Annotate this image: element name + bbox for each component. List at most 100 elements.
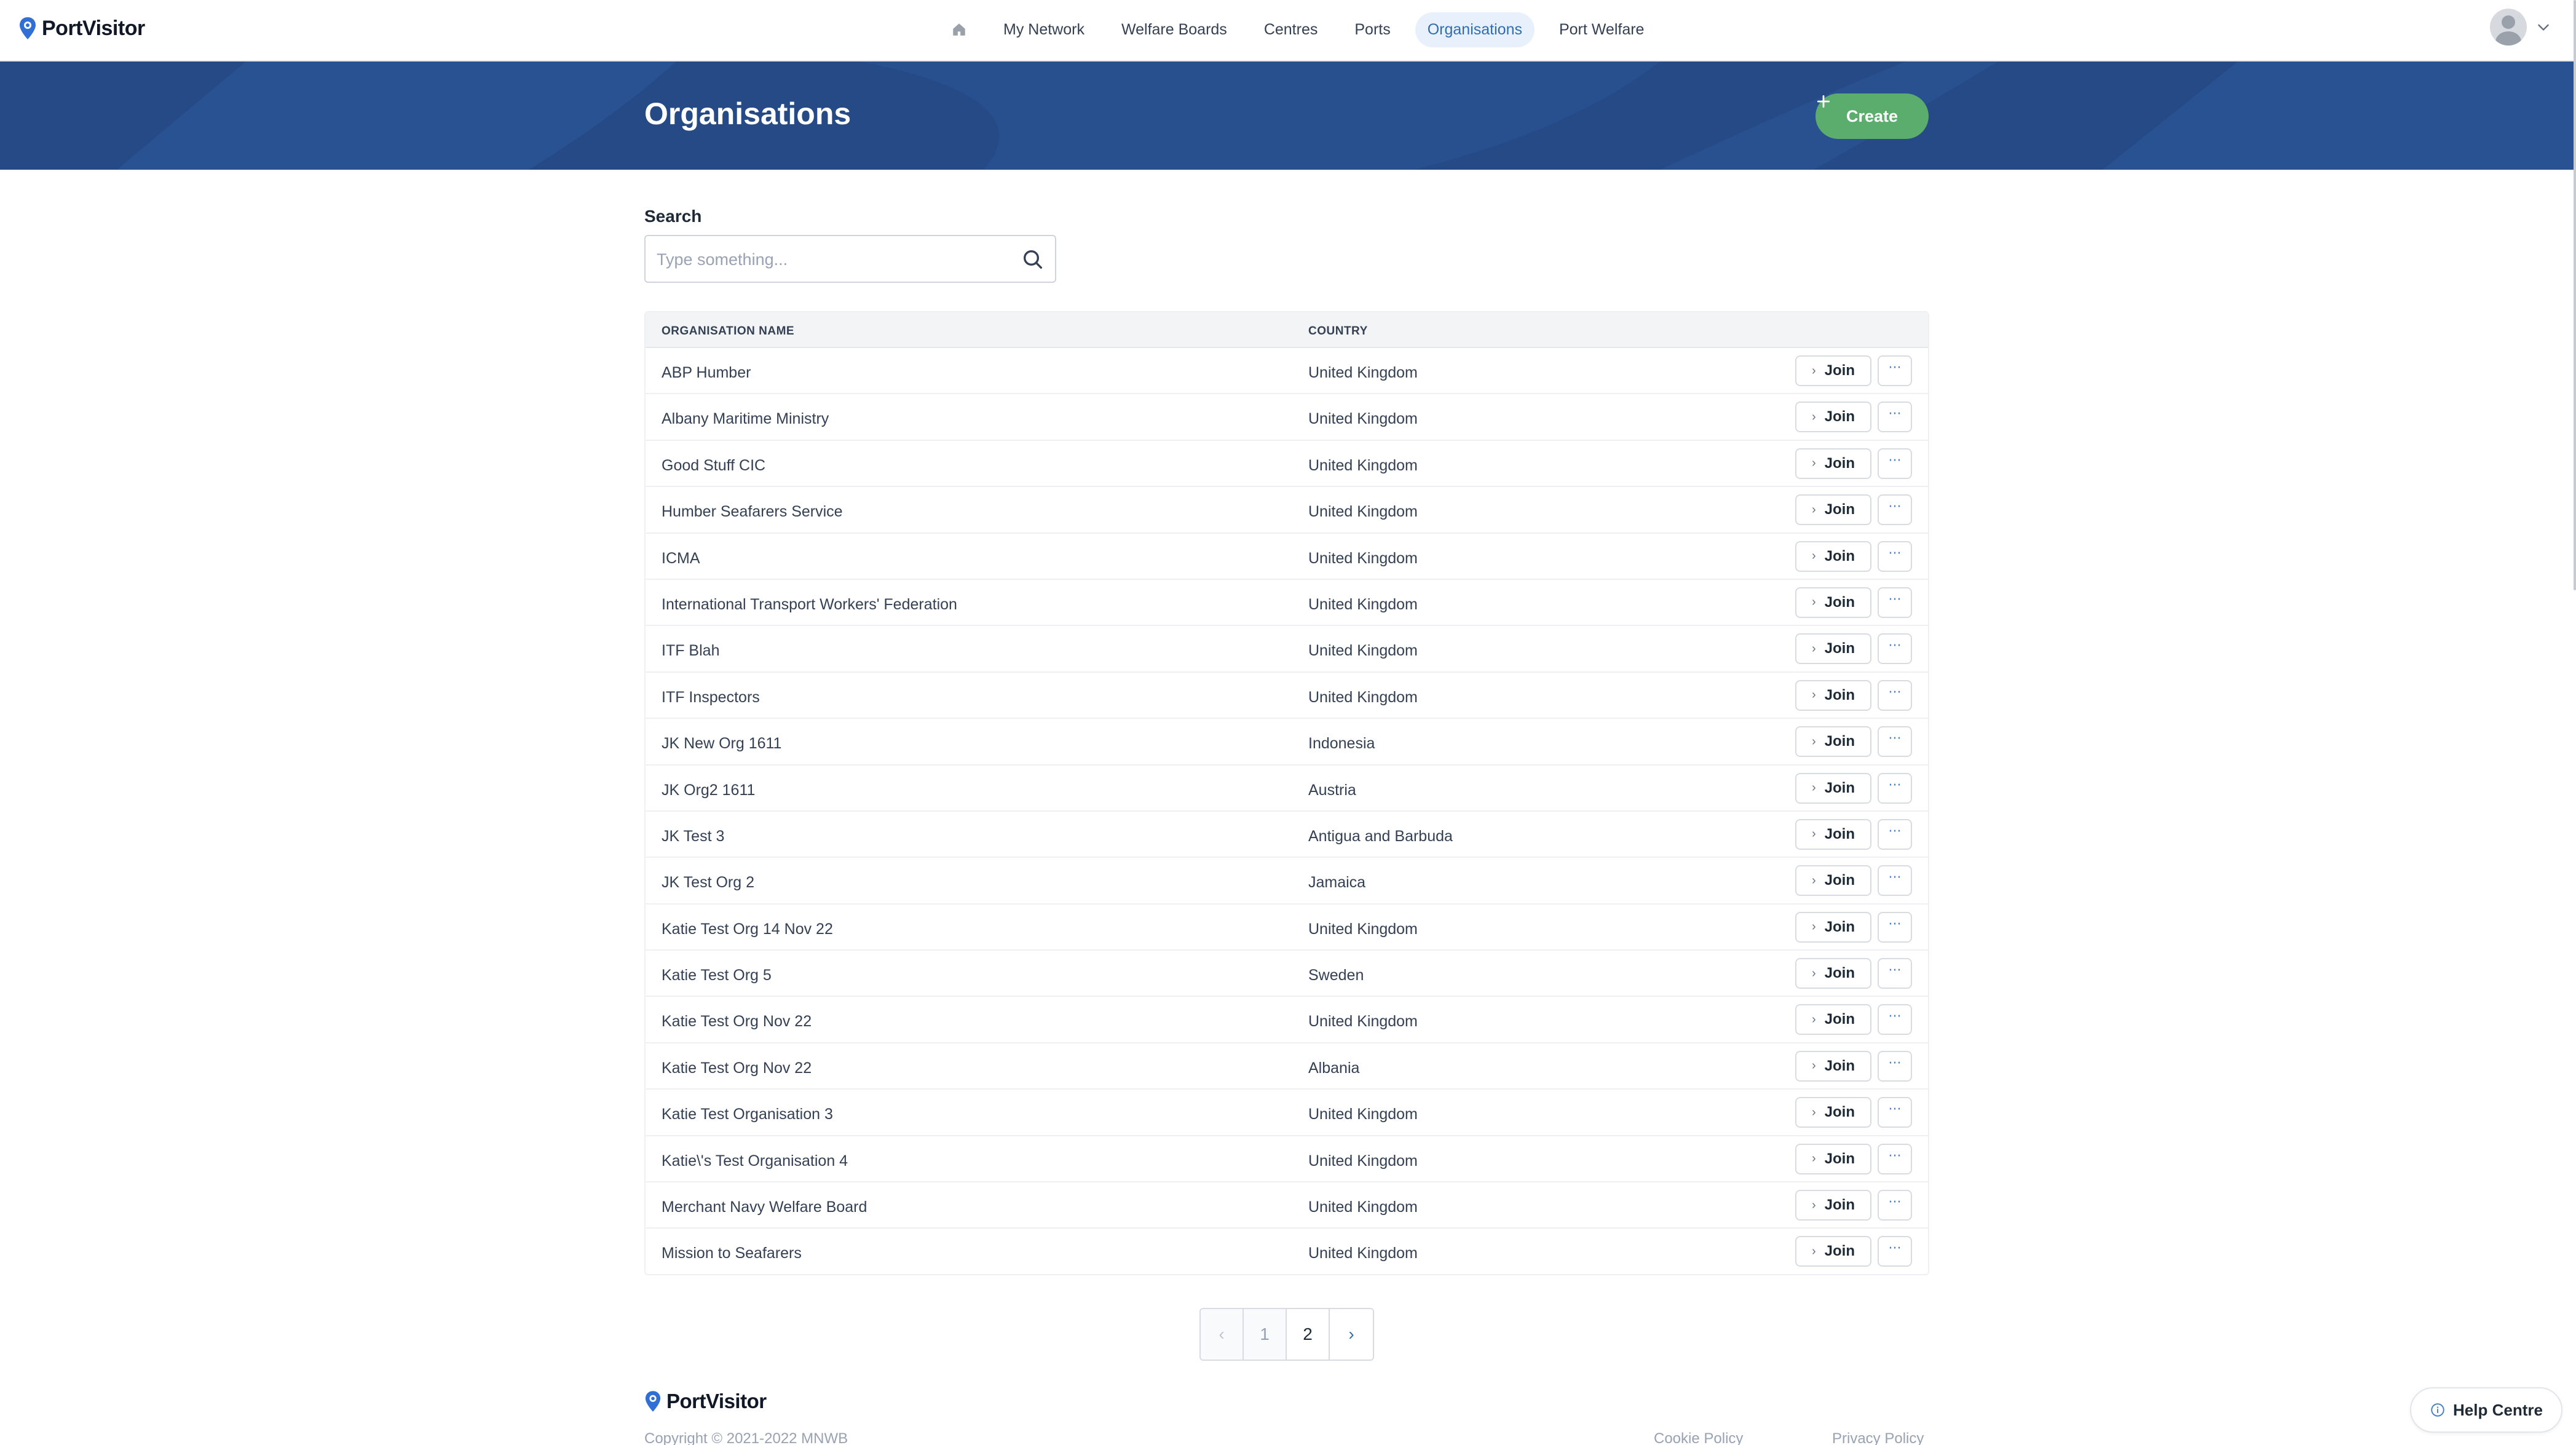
country-cell: Jamaica xyxy=(1308,874,1366,892)
join-button[interactable]: › Join xyxy=(1795,772,1871,804)
pagination-page-2[interactable]: 2 xyxy=(1287,1309,1330,1360)
create-button-label: Create xyxy=(1846,106,1898,125)
join-button[interactable]: › Join xyxy=(1795,402,1871,433)
more-options-button[interactable]: ··· xyxy=(1878,494,1912,526)
table-row[interactable]: Katie Test Org Nov 22 United Kingdom › Join… xyxy=(646,997,1928,1043)
table-row[interactable]: Katie Test Org Nov 22 Albania › Join ··· xyxy=(646,1043,1928,1090)
more-options-button[interactable]: ··· xyxy=(1878,1236,1912,1267)
more-options-button[interactable]: ··· xyxy=(1878,818,1912,850)
create-button[interactable]: Create xyxy=(1815,93,1929,139)
table-row[interactable]: Katie\'s Test Organisation 4 United Kingd… xyxy=(646,1136,1928,1183)
page-scrollbar[interactable] xyxy=(2574,0,2576,590)
privacy-policy-link[interactable]: Privacy Policy xyxy=(1832,1430,1924,1445)
more-options-button[interactable]: ··· xyxy=(1878,1143,1912,1174)
table-row[interactable]: JK Org2 1611 Austria › Join ··· xyxy=(646,765,1928,812)
search-icon[interactable] xyxy=(1021,247,1045,272)
table-row[interactable]: ABP Humber United Kingdom › Join ··· xyxy=(646,348,1928,395)
footer-logo[interactable]: PortVisitor xyxy=(644,1390,767,1413)
portvisitor-logo[interactable]: PortVisitor xyxy=(18,16,145,41)
join-button[interactable]: › Join xyxy=(1795,958,1871,989)
more-options-button[interactable]: ··· xyxy=(1878,772,1912,804)
join-button[interactable]: › Join xyxy=(1795,726,1871,758)
pagination-next-button[interactable]: › xyxy=(1330,1309,1373,1360)
join-button[interactable]: › Join xyxy=(1795,494,1871,526)
organisation-name-cell: Katie Test Org Nov 22 xyxy=(662,1013,812,1031)
more-options-button[interactable]: ··· xyxy=(1878,865,1912,897)
country-cell: United Kingdom xyxy=(1308,1013,1418,1031)
join-button[interactable]: › Join xyxy=(1795,1190,1871,1221)
avatar[interactable] xyxy=(2490,9,2527,46)
more-options-button[interactable]: ··· xyxy=(1878,1097,1912,1128)
more-options-button[interactable]: ··· xyxy=(1878,958,1912,989)
nav-port-welfare[interactable]: Port Welfare xyxy=(1547,12,1656,47)
table-row[interactable]: Merchant Navy Welfare Board United Kingdo… xyxy=(646,1182,1928,1229)
join-button[interactable]: › Join xyxy=(1795,1004,1871,1035)
column-header-country[interactable]: COUNTRY xyxy=(1308,325,1368,338)
table-row[interactable]: Katie Test Org 14 Nov 22 United Kingdom › J… xyxy=(646,904,1928,951)
search-box[interactable] xyxy=(644,235,1056,283)
organisation-name-cell: Good Stuff CIC xyxy=(662,456,766,474)
nav-welfare-boards[interactable]: Welfare Boards xyxy=(1109,12,1239,47)
join-button[interactable]: › Join xyxy=(1795,587,1871,618)
country-cell: United Kingdom xyxy=(1308,1106,1418,1123)
table-row[interactable]: JK New Org 1611 Indonesia › Join ··· xyxy=(646,719,1928,766)
table-row[interactable]: ITF Blah United Kingdom › Join ··· xyxy=(646,626,1928,673)
home-icon[interactable] xyxy=(947,17,971,42)
join-button[interactable]: › Join xyxy=(1795,633,1871,665)
join-button[interactable]: › Join xyxy=(1795,911,1871,943)
user-menu[interactable] xyxy=(2490,9,2551,46)
table-row[interactable]: International Transport Workers' Federat… xyxy=(646,579,1928,627)
more-options-button[interactable]: ··· xyxy=(1878,1004,1912,1035)
page-title: Organisations xyxy=(644,97,851,131)
more-options-button[interactable]: ··· xyxy=(1878,402,1912,433)
join-button[interactable]: › Join xyxy=(1795,355,1871,386)
table-row[interactable]: Mission to Seafarers United Kingdom › Join ·… xyxy=(646,1229,1928,1274)
table-row[interactable]: JK Test 3 Antigua and Barbuda › Join ··· xyxy=(646,811,1928,858)
join-button[interactable]: › Join xyxy=(1795,1143,1871,1174)
country-cell: Albania xyxy=(1308,1059,1360,1077)
more-options-button[interactable]: ··· xyxy=(1878,355,1912,386)
organisation-name-cell: Katie Test Org 5 xyxy=(662,967,772,984)
table-row[interactable]: ICMA United Kingdom › Join ··· xyxy=(646,533,1928,580)
join-button[interactable]: › Join xyxy=(1795,1050,1871,1082)
table-row[interactable]: Good Stuff CIC United Kingdom › Join ··· xyxy=(646,440,1928,488)
more-options-button[interactable]: ··· xyxy=(1878,448,1912,479)
nav-organisations[interactable]: Organisations xyxy=(1415,12,1535,47)
join-button[interactable]: › Join xyxy=(1795,865,1871,897)
join-button[interactable]: › Join xyxy=(1795,1097,1871,1128)
join-button[interactable]: › Join xyxy=(1795,679,1871,711)
join-button[interactable]: › Join xyxy=(1795,540,1871,572)
more-options-button[interactable]: ··· xyxy=(1878,540,1912,572)
more-options-button[interactable]: ··· xyxy=(1878,679,1912,711)
country-cell: Antigua and Barbuda xyxy=(1308,827,1453,845)
table-row[interactable]: Albany Maritime Ministry United Kingdom › J… xyxy=(646,394,1928,441)
table-row[interactable]: Humber Seafarers Service United Kingdom › J… xyxy=(646,487,1928,534)
pagination-prev-button[interactable]: ‹ xyxy=(1201,1309,1244,1360)
nav-centres[interactable]: Centres xyxy=(1252,12,1330,47)
more-options-button[interactable]: ··· xyxy=(1878,911,1912,943)
more-options-button[interactable]: ··· xyxy=(1878,726,1912,758)
join-button[interactable]: › Join xyxy=(1795,818,1871,850)
more-options-button[interactable]: ··· xyxy=(1878,1050,1912,1082)
table-row[interactable]: ITF Inspectors United Kingdom › Join ··· xyxy=(646,672,1928,719)
chevron-right-icon: › xyxy=(1811,1105,1816,1119)
join-button[interactable]: › Join xyxy=(1795,448,1871,479)
join-button-label: Join xyxy=(1824,593,1855,611)
pagination-page-1[interactable]: 1 xyxy=(1244,1309,1287,1360)
cookie-policy-link[interactable]: Cookie Policy xyxy=(1654,1430,1743,1445)
nav-my-network[interactable]: My Network xyxy=(991,12,1097,47)
column-header-organisation-name[interactable]: ORGANISATION NAME xyxy=(662,325,794,338)
more-options-button[interactable]: ··· xyxy=(1878,633,1912,665)
chevron-right-icon: › xyxy=(1811,920,1816,934)
table-header: ORGANISATION NAME COUNTRY xyxy=(646,312,1928,348)
more-options-button[interactable]: ··· xyxy=(1878,1190,1912,1221)
table-row[interactable]: JK Test Org 2 Jamaica › Join ··· xyxy=(646,858,1928,905)
table-row[interactable]: Katie Test Organisation 3 United Kingdom ›… xyxy=(646,1090,1928,1136)
more-options-button[interactable]: ··· xyxy=(1878,587,1912,618)
chevron-down-icon[interactable] xyxy=(2535,19,2551,35)
nav-ports[interactable]: Ports xyxy=(1342,12,1402,47)
join-button[interactable]: › Join xyxy=(1795,1236,1871,1267)
search-input[interactable] xyxy=(657,245,1001,274)
help-centre-button[interactable]: Help Centre xyxy=(2410,1387,2562,1433)
table-row[interactable]: Katie Test Org 5 Sweden › Join ··· xyxy=(646,951,1928,997)
